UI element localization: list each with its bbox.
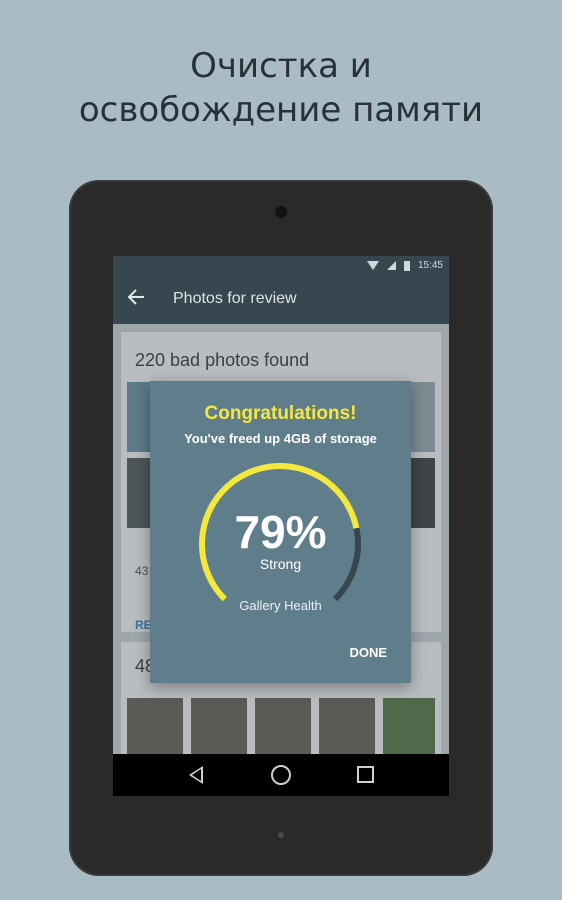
photo-thumbnail[interactable] <box>127 698 183 754</box>
status-bar: 15:45 <box>113 256 449 276</box>
photo-thumbnail[interactable] <box>383 698 435 754</box>
done-button[interactable]: DONE <box>349 645 387 660</box>
nav-home-icon[interactable] <box>271 765 291 785</box>
photo-thumbnail[interactable] <box>319 698 375 754</box>
nav-back-icon[interactable] <box>189 766 203 784</box>
dialog-subtitle: You've freed up 4GB of storage <box>184 431 377 446</box>
app-bar-title: Photos for review <box>173 290 297 307</box>
navigation-bar <box>113 754 449 796</box>
headline-line-2: освобождение памяти <box>78 90 484 130</box>
gauge-caption: Gallery Health <box>239 598 322 613</box>
signal-icon <box>386 261 396 270</box>
card-count-text: 43 <box>135 564 149 578</box>
status-time: 15:45 <box>417 260 443 271</box>
headline-line-1: Очистка и <box>190 46 372 86</box>
congratulations-dialog: Congratulations! You've freed up 4GB of … <box>150 381 411 683</box>
photo-thumbnail[interactable] <box>255 698 311 754</box>
dialog-title: Congratulations! <box>204 403 357 424</box>
camera-lens <box>275 206 287 218</box>
gauge-status: Strong <box>259 556 302 572</box>
tablet-sensor-dot <box>278 832 284 838</box>
headline: Очистка и освобождение памяти <box>0 44 562 132</box>
battery-icon <box>403 260 410 271</box>
gauge-value: 79% <box>234 506 327 558</box>
status-icons: 15:45 <box>366 260 443 271</box>
app-bar: Photos for review <box>113 276 449 324</box>
arrow-left-icon[interactable] <box>127 288 147 308</box>
nav-recents-icon[interactable] <box>357 766 374 783</box>
bad-photos-title: 220 bad photos found <box>135 350 310 370</box>
photo-thumbnail[interactable] <box>191 698 247 754</box>
wifi-icon <box>366 261 379 270</box>
